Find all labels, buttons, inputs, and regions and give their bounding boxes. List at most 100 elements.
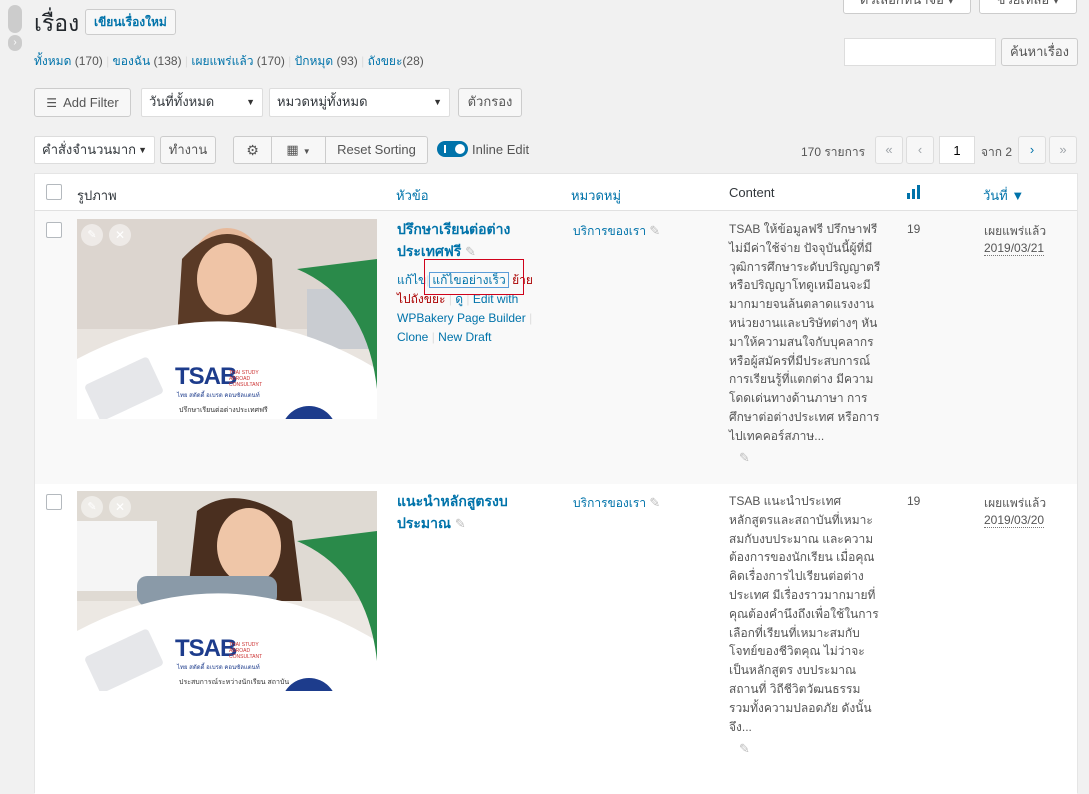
post-date: 2019/03/21 [984,241,1045,256]
view-all-count: (170) [74,54,103,68]
search-input[interactable] [844,38,996,66]
content-line: ไม่มีค่าใช้จ่าย ปัจจุบันนี้ผู้ที่มี [729,240,873,255]
stats-bars-icon[interactable] [907,185,921,202]
dropdown-caret-icon: ▼ [138,145,147,155]
content-line: ศึกษาต่อต่างประเทศ หรือการ [729,409,880,424]
pencil-icon[interactable]: ✎ [455,516,466,531]
content-line: หรือผู้สมัครที่มีประสบการณ์ [729,353,871,368]
chevron-down-icon: ▼ [302,147,311,156]
wpbakery-link-b[interactable]: WPBakery Page Builder [397,311,526,325]
category-filter-value: หมวดหมู่ทั้งหมด [277,94,368,109]
toggle-mark [444,145,446,153]
content-line: เป็นหลักสูตร งบประมาณ [729,663,857,678]
post-title-link[interactable]: แนะนำหลักสูตรงบ ประมาณ ✎ [397,490,508,535]
collapse-handle-top[interactable] [8,5,22,33]
content-line: คุณต้องคำนึงถึงเพื่อใช้ในการ [729,606,879,621]
content-line: หลักสูตรและสถาบันที่เหมาะ [729,512,873,527]
view-trash-count: (28) [402,54,424,68]
bulk-apply-button[interactable]: ทำงาน [160,136,216,164]
content-excerpt: TSAB แนะนำประเทศ หลักสูตรและสถาบันที่เหมา… [729,492,894,736]
prev-page-button[interactable]: ‹ [906,136,934,164]
category-cell: บริการของเรา ✎ [573,494,660,513]
column-title[interactable]: หัวข้อ [396,185,429,206]
date-filter-select[interactable]: วันที่ทั้งหมด ▼ [141,88,263,117]
separator: | [431,330,435,344]
inline-edit-toggle[interactable] [437,141,468,157]
content-line: ประเทศ มีเรื่องราวมากมายที่ [729,587,876,602]
status-views: ทั้งหมด (170) | ของฉัน (138) | เผยแพร่แล… [34,52,424,71]
add-filter-label: Add Filter [63,95,119,110]
last-page-button[interactable]: » [1049,136,1077,164]
category-filter-select[interactable]: หมวดหมู่ทั้งหมด ▼ [269,88,450,117]
collapse-handle-bottom[interactable]: › [8,35,22,51]
filter-button[interactable]: ตัวกรอง [458,88,522,117]
row-checkbox[interactable] [46,494,62,510]
post-status: เผยแพร่แล้ว [984,496,1047,510]
edit-thumbnail-icon[interactable]: ✎ [81,496,103,518]
add-filter-button[interactable]: ☰ Add Filter [34,88,131,117]
post-title-line1: ปรึกษาเรียนต่อต่าง [397,221,511,237]
dropdown-caret-icon: ▼ [246,97,255,107]
category-link[interactable]: บริการของเรา [573,496,646,510]
edit-thumbnail-icon[interactable]: ✎ [81,224,103,246]
content-line: หรือปริญญาโทดูเหมือนจะมี [729,278,871,293]
pencil-icon[interactable]: ✎ [465,244,476,259]
add-new-button[interactable]: เขียนเรื่องใหม่ [85,9,176,35]
page-title: เรื่อง [34,10,80,36]
items-count: 170 รายการ [801,145,866,159]
search-button[interactable]: ค้นหาเรื่อง [1001,38,1078,66]
brand-logo-thai: ไทย สตัดดี้ อเบรด คอนซัลแตนท์ [177,393,260,399]
total-pages: จาก 2 [981,145,1013,159]
thumbnail-caption: ประสบการณ์ระหว่างนักเรียน สถาบัน [179,679,290,686]
new-draft-link[interactable]: New Draft [438,330,491,344]
help-button[interactable]: ช่วยเหลือ ▾ [979,0,1077,14]
pencil-icon[interactable]: ✎ [649,495,660,510]
post-title-link[interactable]: ปรึกษาเรียนต่อต่าง ประเทศฟรี ✎ [397,218,510,263]
post-title-line1: แนะนำหลักสูตรงบ [397,493,508,509]
column-date[interactable]: วันที่ ▼ [983,185,1024,206]
inline-edit-label: Inline Edit [472,142,530,157]
category-link[interactable]: บริการของเรา [573,224,646,238]
pencil-icon[interactable]: ✎ [739,450,750,466]
clone-link[interactable]: Clone [397,330,428,344]
row-checkbox[interactable] [46,222,62,238]
column-content: Content [729,185,775,200]
content-line: เลือกที่เรียนที่เหมาะสมกับ [729,625,860,640]
brand-logo-sub: THAI STUDY ABROAD CONSULTANT [229,370,263,388]
post-title-line2: ประมาณ ✎ [397,515,466,531]
settings-button[interactable]: ⚙ [233,136,272,164]
bulk-action-select[interactable]: คำสั่งจำนวนมาก ▼ [34,136,155,164]
view-published-link[interactable]: เผยแพร่แล้ว [191,54,253,68]
view-sticky-link[interactable]: ปักหมุด [295,54,334,68]
post-thumbnail[interactable]: TSAB THAI STUDY ABROAD CONSULTANT ไทย สตัด… [77,219,377,419]
current-page-input[interactable] [939,136,975,164]
remove-thumbnail-icon[interactable]: ✕ [109,224,131,246]
bulk-action-value: คำสั่งจำนวนมาก [42,142,137,157]
pencil-icon[interactable]: ✎ [649,223,660,238]
pencil-icon[interactable]: ✎ [739,741,750,757]
column-category[interactable]: หมวดหมู่ [571,185,621,206]
layout-button[interactable]: ▦ ▼ [271,136,326,164]
grid-icon: ▦ [286,142,299,157]
content-line: จึง... [729,719,752,734]
screen-options-button[interactable]: ตัวเลือกหน้าจอ ▾ [843,0,971,14]
post-date: 2019/03/20 [984,513,1045,528]
reset-sorting-button[interactable]: Reset Sorting [325,136,428,164]
posts-table: รูปภาพ หัวข้อ หมวดหมู่ Content วันที่ ▼ … [34,173,1078,794]
content-line: รวมทั้งความปลอดภัย ดังนั้น [729,700,872,715]
views-count: 19 [907,494,921,508]
content-line: โจทย์ของชีวิตคุณ ไม่ว่าจะ [729,644,865,659]
view-all-link[interactable]: ทั้งหมด [34,54,71,68]
select-all-checkbox[interactable] [46,184,62,200]
view-trash-link[interactable]: ถังขยะ [368,54,403,68]
next-page-button[interactable]: › [1018,136,1046,164]
post-thumbnail[interactable]: TSAB THAI STUDY ABROAD CONSULTANT ไทย สตัด… [77,491,377,691]
content-line: มากมายจนล้นตลาดแรงงาน [729,297,874,312]
view-mine-link[interactable]: ของฉัน [113,54,151,68]
content-line: โดดเด่นทางด้านภาษา การ [729,391,868,406]
gear-icon: ⚙ [246,142,259,158]
content-line: คิดเรื่องการไปเรียนต่อต่าง [729,569,864,584]
edit-link[interactable]: แก้ไข [397,273,426,287]
remove-thumbnail-icon[interactable]: ✕ [109,496,131,518]
first-page-button[interactable]: « [875,136,903,164]
